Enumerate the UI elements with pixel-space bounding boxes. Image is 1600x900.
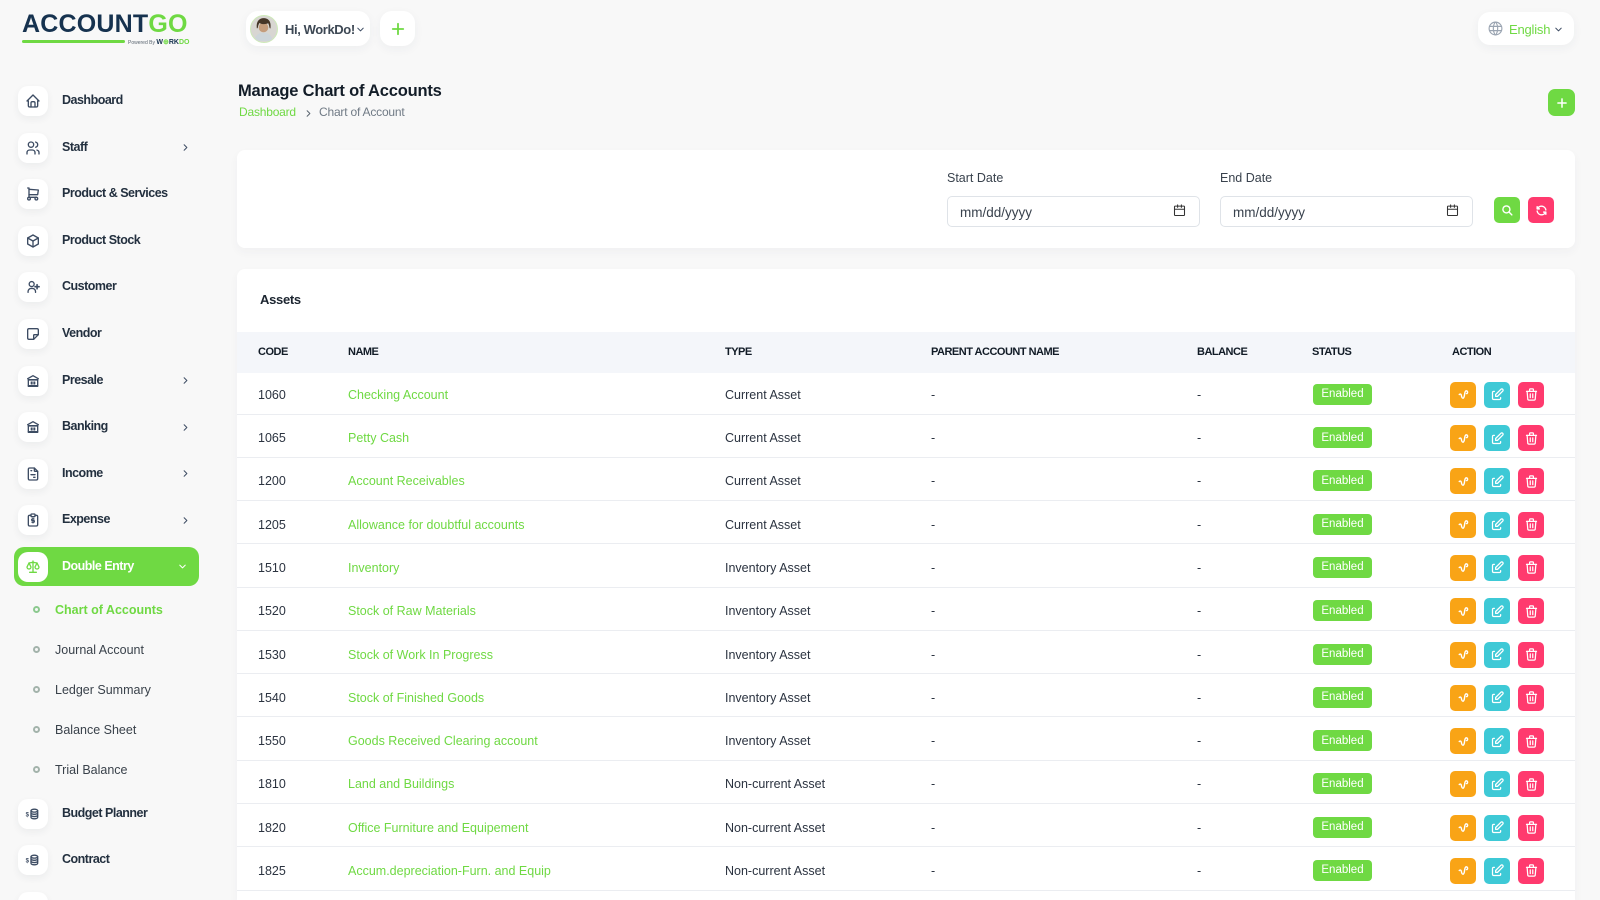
svg-text:$: $ <box>26 812 30 818</box>
svg-text:$: $ <box>26 859 30 865</box>
